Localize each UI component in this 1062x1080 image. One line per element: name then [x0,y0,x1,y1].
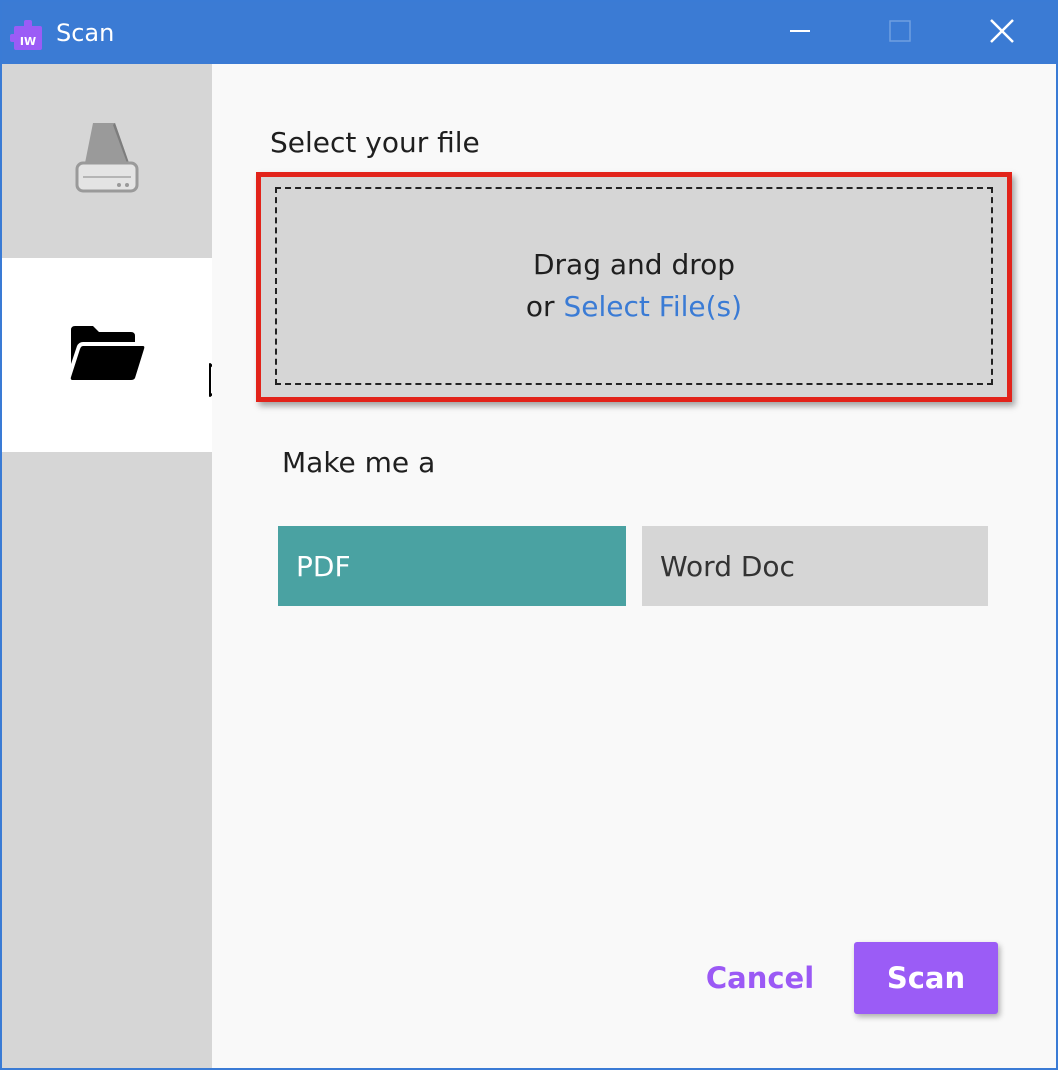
sidebar-item-file[interactable] [2,258,212,452]
close-button[interactable] [952,2,1052,64]
dropzone-or-text: or [525,290,555,323]
minimize-icon [788,19,812,47]
scanner-icon [71,119,143,203]
cancel-button[interactable]: Cancel [692,942,828,1014]
dropzone-secondary: or Select File(s) [526,286,742,328]
sidebar-item-scanner[interactable] [2,64,212,258]
format-word-doc-button[interactable]: Word Doc [642,526,988,606]
folder-open-icon [69,324,145,386]
window-title: Scan [56,19,115,47]
select-files-link[interactable]: Select File(s) [563,290,742,323]
select-file-heading: Select your file [270,126,480,159]
app-puzzle-icon: IW [10,18,46,52]
dropzone-instruction: Drag and drop [532,248,736,281]
main-panel: Select your file Drag and drop or Select… [212,64,1056,1068]
maximize-button[interactable] [850,2,950,64]
app-icon-text: IW [20,35,36,48]
close-icon [989,18,1015,48]
scan-window: IW Scan Select your file Drag and drop o… [0,0,1058,1070]
title-bar[interactable]: IW Scan [2,2,1056,64]
scan-button[interactable]: Scan [854,942,998,1014]
minimize-button[interactable] [750,2,850,64]
format-pdf-button[interactable]: PDF [278,526,626,606]
sidebar [2,64,212,1068]
file-dropzone[interactable]: Drag and drop or Select File(s) [275,187,993,385]
output-format-heading: Make me a [282,446,436,479]
maximize-icon [888,19,912,47]
dropzone-highlight: Drag and drop or Select File(s) [256,172,1012,402]
